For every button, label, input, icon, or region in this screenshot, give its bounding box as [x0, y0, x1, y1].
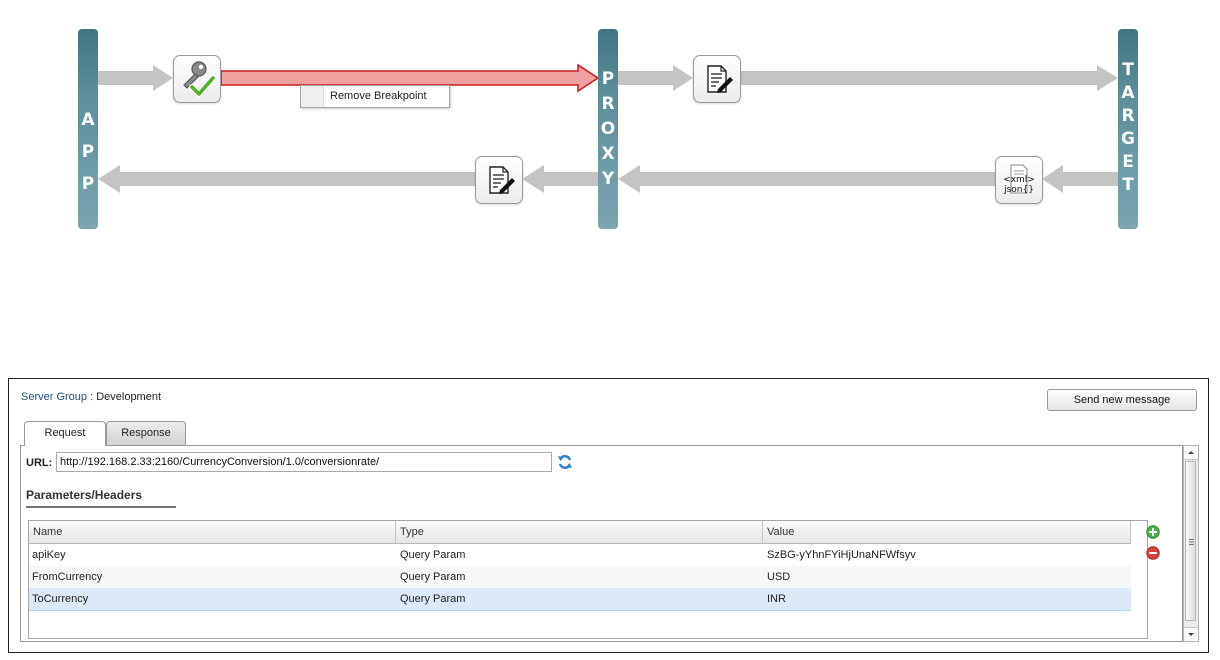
column-header-value[interactable]: Value: [763, 521, 1131, 543]
trace-panel: Server Group : Development Send new mess…: [8, 378, 1209, 653]
app-pillar-label: A P P: [81, 110, 95, 194]
request-policy-step[interactable]: [693, 55, 741, 103]
param-value: SzBG-yYhnFYiHjUnaNFWfsyv: [767, 549, 916, 561]
proxy-pillar: P R O X Y: [598, 29, 618, 229]
arrow-xml-to-proxy: [618, 165, 995, 193]
target-pillar-label: T A R G E T: [1121, 60, 1135, 195]
server-group: Server Group : Development: [21, 391, 161, 403]
arrow-response-policy-to-app: [98, 165, 475, 193]
param-type: Query Param: [400, 571, 466, 583]
arrow-target-to-xml: [1042, 165, 1118, 193]
param-name: FromCurrency: [32, 571, 103, 583]
app-pillar: A P P: [78, 29, 98, 229]
refresh-icon[interactable]: [557, 454, 573, 470]
server-group-label: Server Group :: [21, 391, 94, 403]
scroll-up-arrow[interactable]: [1184, 446, 1198, 460]
url-label: URL:: [26, 457, 53, 469]
flow-diagram: A P P P R O X Y T A R G E T <xml> json{}…: [0, 0, 1220, 260]
arrow-app-to-key: [98, 65, 173, 91]
grip-icon: [1189, 539, 1194, 545]
param-name: apiKey: [32, 549, 66, 561]
response-policy-step[interactable]: [475, 156, 523, 204]
table-row[interactable]: apiKey Query Param SzBG-yYhnFYiHjUnaNFWf…: [29, 544, 1131, 567]
verify-api-key-step[interactable]: [173, 55, 221, 103]
param-type: Query Param: [400, 549, 466, 561]
send-new-message-button[interactable]: Send new message: [1047, 389, 1197, 411]
edit-document-icon: [489, 166, 515, 194]
vertical-scrollbar[interactable]: [1183, 445, 1199, 642]
scroll-down-arrow[interactable]: [1184, 627, 1198, 641]
xml-label: <xml>: [1003, 175, 1035, 185]
param-name: ToCurrency: [32, 593, 89, 605]
request-tab-content: URL: Parameters/Headers Name Type Value …: [20, 445, 1183, 642]
context-menu-icon-gutter: [301, 86, 324, 107]
grid-header: Name Type Value: [29, 521, 1131, 544]
remove-breakpoint-menu-item[interactable]: Remove Breakpoint: [330, 90, 427, 102]
chevron-up-icon: [1188, 451, 1194, 454]
json-label: json{}: [1003, 185, 1034, 195]
arrow-proxy-to-response-policy: [522, 165, 598, 193]
breakpoint-context-menu: Remove Breakpoint: [300, 85, 450, 108]
key-check-icon: [183, 61, 216, 97]
target-pillar: T A R G E T: [1118, 29, 1138, 229]
param-type: Query Param: [400, 593, 466, 605]
tab-response[interactable]: Response: [106, 421, 186, 445]
table-row-selected[interactable]: ToCurrency Query Param INR: [29, 588, 1131, 611]
url-input[interactable]: [56, 452, 552, 472]
table-row[interactable]: FromCurrency Query Param USD: [29, 566, 1131, 589]
arrow-request-policy-to-target: [741, 65, 1118, 91]
server-group-value: Development: [96, 391, 162, 403]
param-value: USD: [767, 571, 791, 583]
parameters-headers-title: Parameters/Headers: [26, 488, 143, 502]
scroll-thumb[interactable]: [1185, 461, 1196, 621]
xml-to-json-step[interactable]: <xml> json{}: [995, 156, 1043, 204]
remove-row-icon[interactable]: [1146, 546, 1160, 560]
tab-request[interactable]: Request: [24, 421, 106, 446]
param-value: INR: [767, 593, 786, 605]
proxy-pillar-label: P R O X Y: [600, 69, 616, 189]
chevron-down-icon: [1188, 633, 1194, 636]
add-row-icon[interactable]: [1146, 525, 1160, 539]
section-divider: [26, 506, 176, 508]
column-header-type[interactable]: Type: [396, 521, 763, 543]
xml-json-icon: <xml> json{}: [1003, 164, 1035, 195]
edit-document-icon: [707, 65, 733, 93]
arrow-proxy-to-request-policy: [618, 65, 693, 91]
parameters-grid: Name Type Value apiKey Query Param SzBG-…: [28, 520, 1148, 639]
column-header-name[interactable]: Name: [29, 521, 396, 543]
